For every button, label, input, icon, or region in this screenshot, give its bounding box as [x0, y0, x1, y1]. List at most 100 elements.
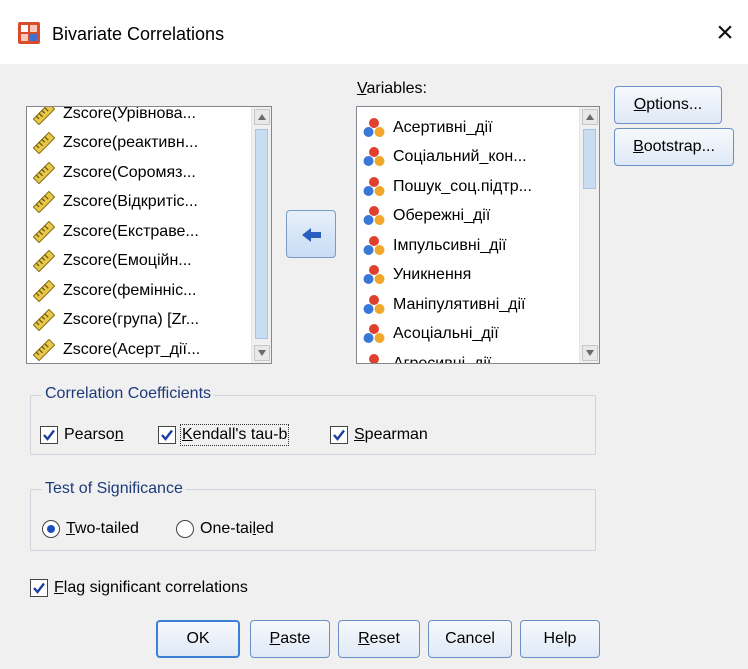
- checkbox-box[interactable]: [40, 426, 58, 444]
- correlation-coefficients-legend: Correlation Coefficients: [42, 385, 215, 403]
- checkbox-box[interactable]: [158, 426, 176, 444]
- scroll-thumb[interactable]: [583, 129, 596, 189]
- list-item-label: Уникнення: [393, 266, 472, 284]
- ruler-scale-icon: [33, 191, 55, 214]
- list-item[interactable]: Zscore(Асерт_дії...: [27, 335, 251, 363]
- kendall-checkbox[interactable]: Kendall's tau-b: [158, 424, 290, 446]
- list-item[interactable]: Zscore(Емоційн...: [27, 247, 251, 277]
- flag-significant-checkbox[interactable]: Flag significant correlations: [30, 579, 248, 597]
- pearson-checkbox[interactable]: Pearson: [40, 426, 124, 444]
- list-item[interactable]: Zscore(Соромяз...: [27, 158, 251, 188]
- variables-list[interactable]: Асертивні_дії Соціальний_кон... Пошук_соц.…: [356, 106, 600, 364]
- nominal-variable-icon: [363, 176, 385, 196]
- help-button[interactable]: Help: [520, 620, 600, 658]
- one-tailed-radio[interactable]: One-tailed: [176, 520, 274, 538]
- list-item[interactable]: Асоціальні_дії: [357, 320, 579, 350]
- list-item-label: Маніпулятивні_дії: [393, 295, 526, 313]
- correlation-coefficients-group: [30, 395, 596, 455]
- source-items: Zscore(Урівнова... Zscore(реактивн... Zsco…: [27, 106, 251, 363]
- scroll-down-arrow[interactable]: [254, 345, 270, 361]
- variables-scrollbar[interactable]: [579, 107, 599, 363]
- list-item-label: Zscore(фемінніс...: [63, 281, 197, 299]
- list-item-label: Zscore(Відкритіс...: [63, 193, 198, 211]
- list-item[interactable]: Соціальний_кон...: [357, 143, 579, 173]
- list-item[interactable]: Zscore(Відкритіс...: [27, 188, 251, 218]
- list-item-label: Zscore(Соромяз...: [63, 163, 196, 181]
- window-title: Bivariate Correlations: [52, 24, 225, 44]
- list-item[interactable]: Zscore(Урівнова...: [27, 106, 251, 129]
- bootstrap-button[interactable]: Bootstrap...: [614, 128, 734, 166]
- list-item-label: Обережні_дії: [393, 207, 491, 225]
- checkmark-icon: [333, 429, 345, 441]
- list-item-label: Zscore(Емоційн...: [63, 252, 192, 270]
- cancel-button[interactable]: Cancel: [428, 620, 512, 658]
- ruler-scale-icon: [33, 338, 55, 361]
- ruler-scale-icon: [33, 250, 55, 273]
- source-variable-list[interactable]: Zscore(Урівнова... Zscore(реактивн... Zsco…: [26, 106, 272, 364]
- list-item-label: Агресивні_дії: [393, 354, 492, 364]
- spearman-checkbox[interactable]: Spearman: [330, 426, 428, 444]
- list-item[interactable]: Zscore(фемінніс...: [27, 276, 251, 306]
- list-item[interactable]: Обережні_дії: [357, 202, 579, 232]
- nominal-variable-icon: [363, 117, 385, 137]
- paste-button[interactable]: Paste: [250, 620, 330, 658]
- close-button[interactable]: ×: [706, 14, 744, 52]
- list-item-label: Асертивні_дії: [393, 118, 493, 136]
- options-button[interactable]: Options...: [614, 86, 722, 124]
- list-item-label: Пошук_соц.підтр...: [393, 177, 532, 195]
- two-tailed-label: Two-tailed: [66, 520, 139, 537]
- list-item[interactable]: Zscore(Екстраве...: [27, 217, 251, 247]
- radio-selected-dot: [47, 525, 55, 533]
- nominal-variable-icon: [363, 206, 385, 226]
- list-item[interactable]: Маніпулятивні_дії: [357, 290, 579, 320]
- source-scrollbar[interactable]: [251, 107, 271, 363]
- list-item[interactable]: Zscore(група) [Zr...: [27, 306, 251, 336]
- move-to-variables-button[interactable]: [286, 210, 336, 258]
- two-tailed-radio[interactable]: Two-tailed: [42, 520, 139, 538]
- scroll-up-arrow[interactable]: [254, 109, 270, 125]
- checkmark-icon: [161, 429, 173, 441]
- list-item[interactable]: Пошук_соц.підтр...: [357, 172, 579, 202]
- scroll-down-arrow[interactable]: [582, 345, 598, 361]
- list-item-label: Соціальний_кон...: [393, 148, 527, 166]
- list-item-label: Zscore(реактивн...: [63, 134, 199, 152]
- nominal-variable-icon: [363, 294, 385, 314]
- checkbox-box[interactable]: [30, 579, 48, 597]
- nominal-variable-icon: [363, 147, 385, 167]
- spearman-label: Spearman: [354, 426, 428, 443]
- ok-button[interactable]: OK: [156, 620, 240, 658]
- ruler-scale-icon: [33, 161, 55, 184]
- list-item[interactable]: Імпульсивні_дії: [357, 231, 579, 261]
- list-item[interactable]: Уникнення: [357, 261, 579, 291]
- ruler-scale-icon: [33, 309, 55, 332]
- one-tailed-label: One-tailed: [200, 520, 274, 537]
- radio-button[interactable]: [176, 520, 194, 538]
- arrow-left-icon: [302, 228, 321, 242]
- list-item-label: Імпульсивні_дії: [393, 236, 507, 254]
- list-item[interactable]: Агресивні_дії: [357, 349, 579, 364]
- flag-significant-label: Flag significant correlations: [54, 579, 248, 596]
- ruler-scale-icon: [33, 107, 55, 125]
- scroll-up-arrow[interactable]: [582, 109, 598, 125]
- checkbox-box[interactable]: [330, 426, 348, 444]
- list-item-label: Zscore(Асерт_дії...: [63, 340, 201, 358]
- list-item[interactable]: Zscore(реактивн...: [27, 129, 251, 159]
- ruler-scale-icon: [33, 220, 55, 243]
- nominal-variable-icon: [363, 235, 385, 255]
- test-of-significance-legend: Test of Significance: [42, 480, 186, 498]
- pearson-label: Pearson: [64, 426, 124, 443]
- checkmark-icon: [33, 582, 45, 594]
- reset-button[interactable]: Reset: [338, 620, 420, 658]
- nominal-variable-icon: [363, 324, 385, 344]
- list-item[interactable]: Асертивні_дії: [357, 113, 579, 143]
- list-item-label: Zscore(група) [Zr...: [63, 311, 200, 329]
- radio-button[interactable]: [42, 520, 60, 538]
- spss-dialog-icon: [18, 22, 40, 44]
- variables-items: Асертивні_дії Соціальний_кон... Пошук_соц.…: [357, 113, 579, 364]
- list-item-label: Zscore(Урівнова...: [63, 106, 196, 122]
- scroll-thumb[interactable]: [255, 129, 268, 339]
- ruler-scale-icon: [33, 279, 55, 302]
- list-item-label: Zscore(Екстраве...: [63, 222, 199, 240]
- nominal-variable-icon: [363, 265, 385, 285]
- variables-label: Variables:: [357, 80, 427, 97]
